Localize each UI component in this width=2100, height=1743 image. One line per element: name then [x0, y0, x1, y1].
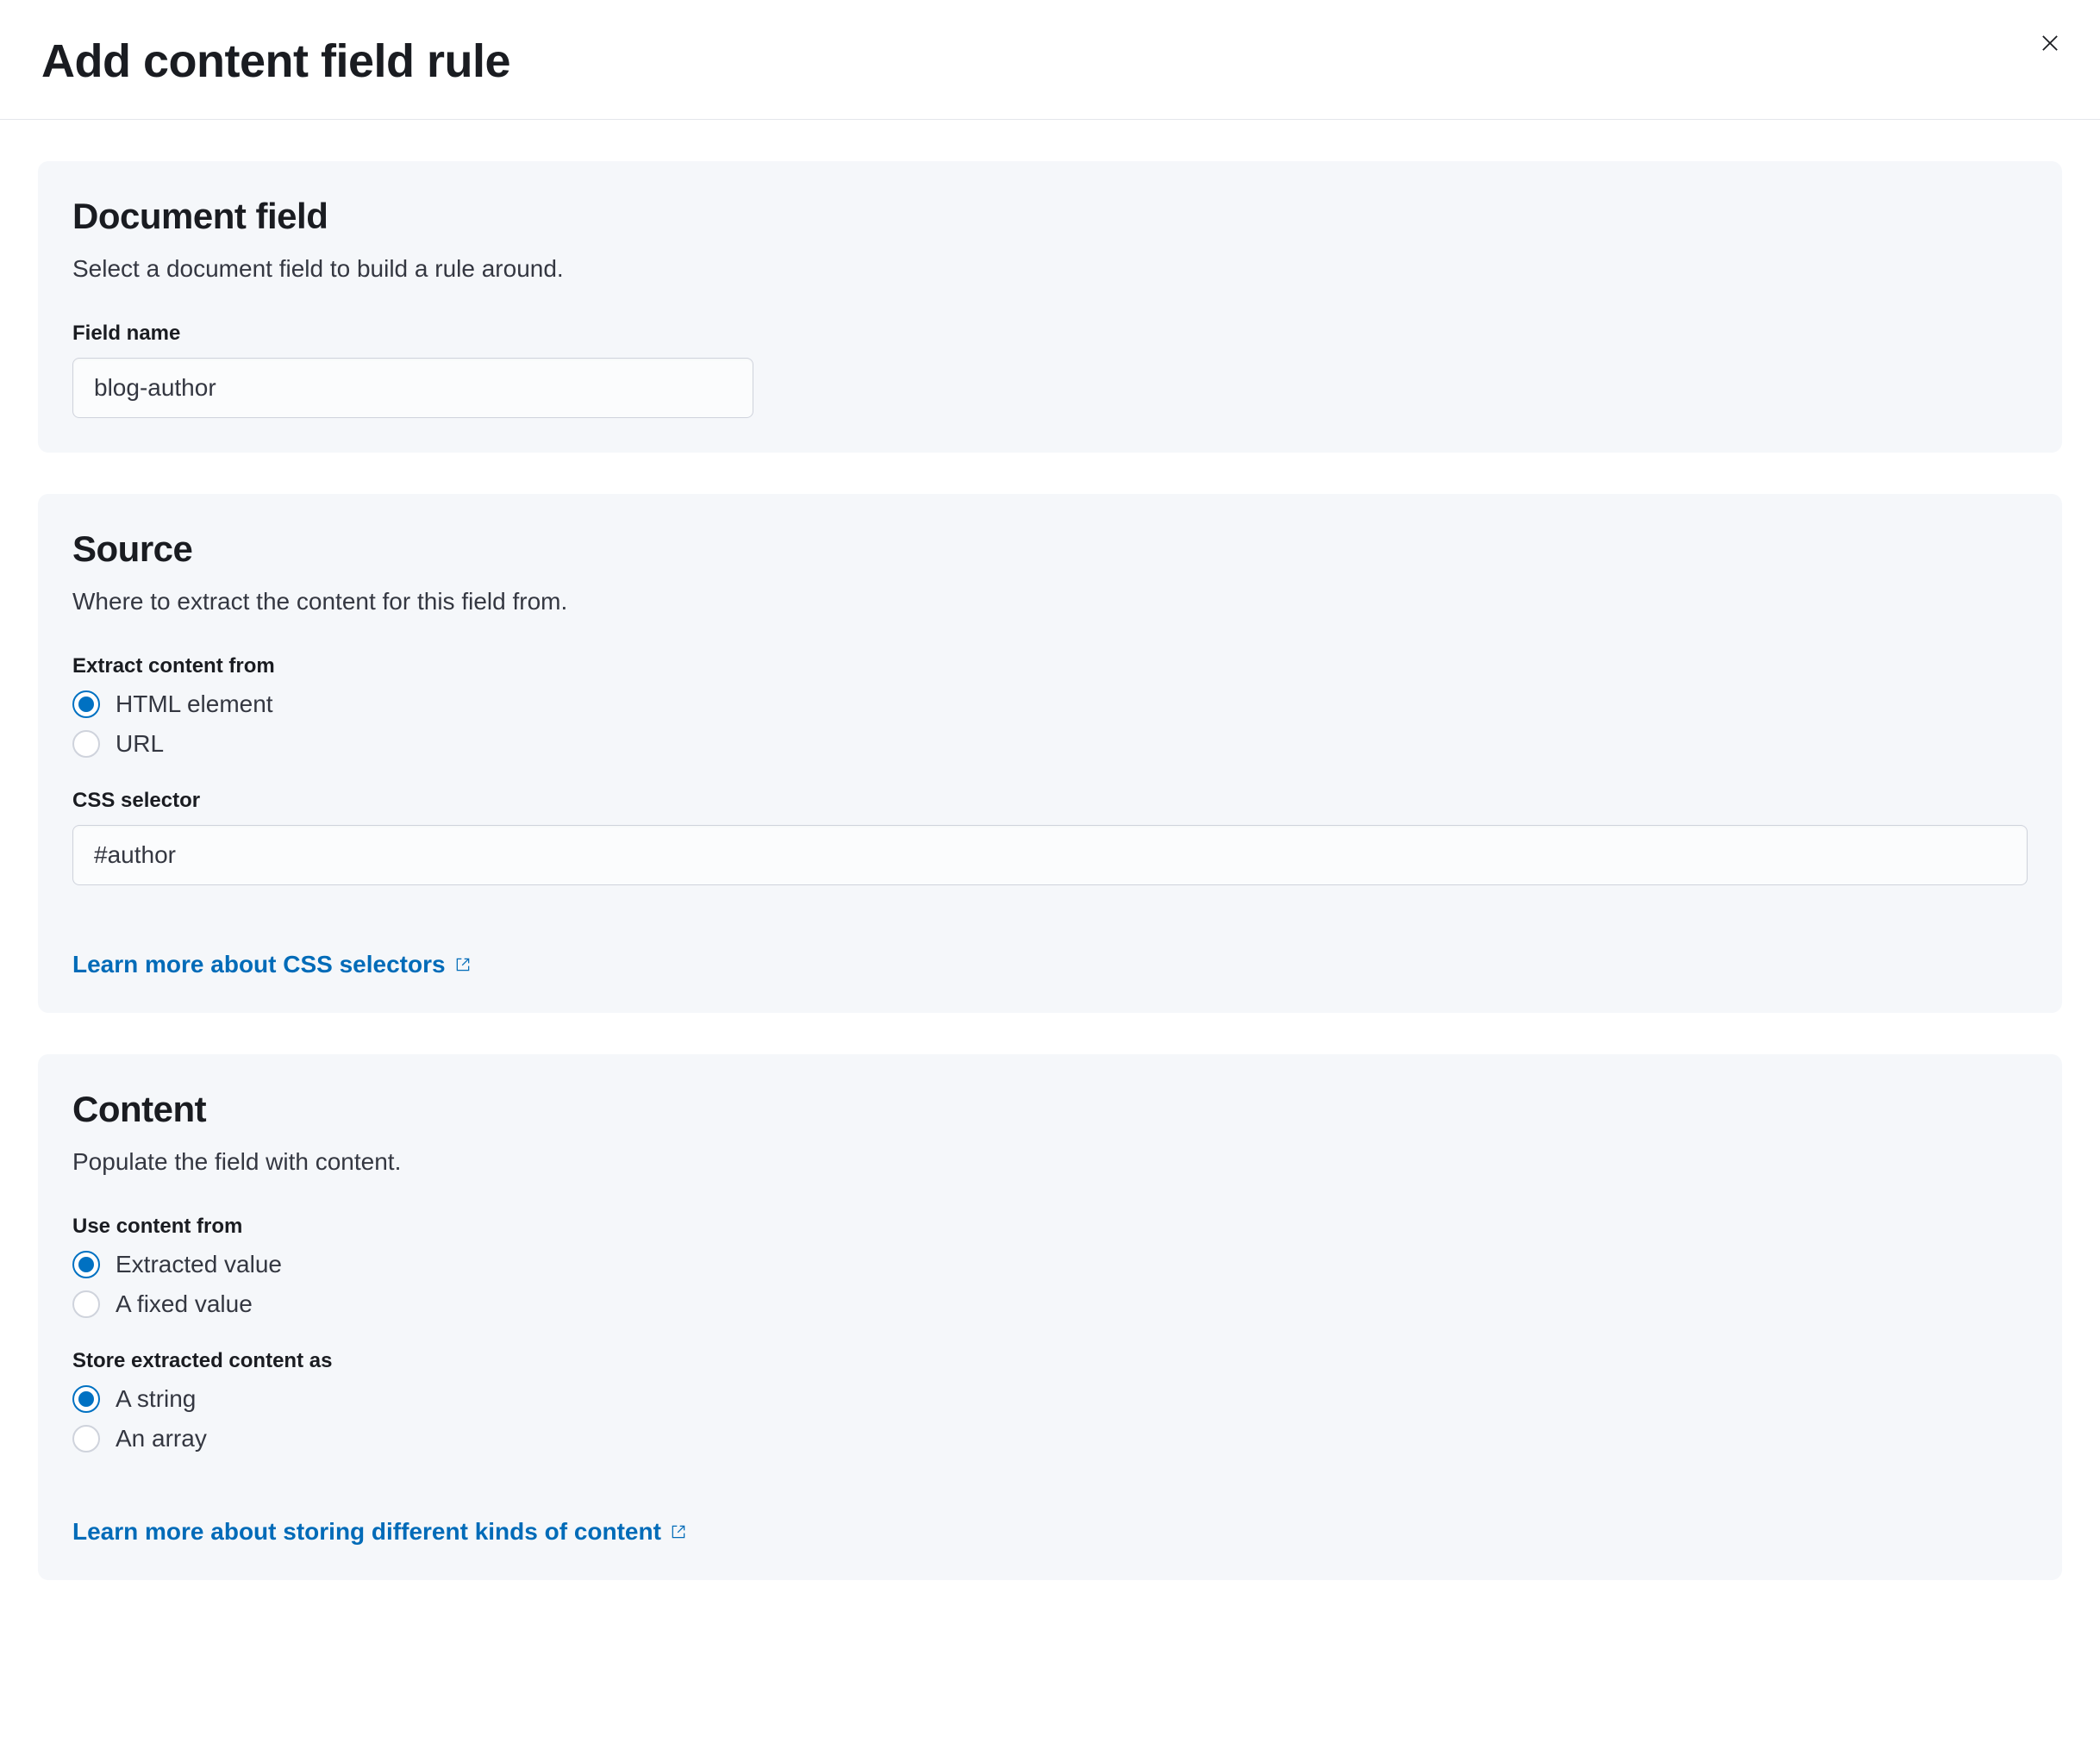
panel-title-source: Source	[72, 528, 2028, 570]
radio-label-fixed: A fixed value	[116, 1290, 253, 1318]
radio-string[interactable]: A string	[72, 1385, 2028, 1413]
radio-indicator	[72, 1251, 100, 1278]
radio-array[interactable]: An array	[72, 1425, 2028, 1452]
close-button[interactable]	[2034, 28, 2066, 61]
radio-label-html: HTML element	[116, 690, 273, 718]
learn-more-css-text: Learn more about CSS selectors	[72, 951, 446, 978]
use-content-from-label: Use content from	[72, 1215, 2028, 1239]
page-header: Add content field rule	[0, 0, 2100, 120]
store-as-group: Store extracted content as A string An a…	[72, 1349, 2028, 1452]
panel-source: Source Where to extract the content for …	[38, 494, 2062, 1013]
panel-title-content: Content	[72, 1089, 2028, 1130]
radio-label-extracted: Extracted value	[116, 1251, 282, 1278]
radio-indicator	[72, 1290, 100, 1318]
panel-description-source: Where to extract the content for this fi…	[72, 584, 2028, 620]
learn-more-storing-text: Learn more about storing different kinds…	[72, 1518, 661, 1546]
radio-fixed-value[interactable]: A fixed value	[72, 1290, 2028, 1318]
radio-label-url: URL	[116, 730, 164, 758]
learn-more-row: Learn more about CSS selectors	[72, 951, 472, 978]
learn-more-row: Learn more about storing different kinds…	[72, 1518, 687, 1546]
panel-document-field: Document field Select a document field t…	[38, 161, 2062, 453]
radio-indicator	[72, 730, 100, 758]
field-name-input[interactable]	[72, 358, 753, 418]
panel-title-document-field: Document field	[72, 196, 2028, 237]
use-content-from-group: Use content from Extracted value A fixed…	[72, 1215, 2028, 1318]
panel-description-document-field: Select a document field to build a rule …	[72, 251, 2028, 287]
css-selector-group: CSS selector	[72, 789, 2028, 885]
store-as-label: Store extracted content as	[72, 1349, 2028, 1373]
page-title: Add content field rule	[41, 34, 510, 88]
panel-content: Content Populate the field with content.…	[38, 1054, 2062, 1580]
field-name-label: Field name	[72, 322, 2028, 346]
radio-label-string: A string	[116, 1385, 196, 1413]
radio-html-element[interactable]: HTML element	[72, 690, 2028, 718]
external-link-icon	[670, 1523, 687, 1540]
css-selector-label: CSS selector	[72, 789, 2028, 813]
close-icon	[2038, 31, 2062, 55]
extract-from-group: Extract content from HTML element URL	[72, 654, 2028, 758]
panel-description-content: Populate the field with content.	[72, 1144, 2028, 1180]
learn-more-storing-link[interactable]: Learn more about storing different kinds…	[72, 1518, 687, 1546]
content-area: Document field Select a document field t…	[0, 120, 2100, 1663]
css-selector-input[interactable]	[72, 825, 2028, 885]
radio-indicator	[72, 690, 100, 718]
radio-indicator	[72, 1425, 100, 1452]
learn-more-css-link[interactable]: Learn more about CSS selectors	[72, 951, 472, 978]
external-link-icon	[454, 956, 472, 973]
radio-extracted-value[interactable]: Extracted value	[72, 1251, 2028, 1278]
radio-url[interactable]: URL	[72, 730, 2028, 758]
radio-label-array: An array	[116, 1425, 207, 1452]
radio-indicator	[72, 1385, 100, 1413]
extract-from-label: Extract content from	[72, 654, 2028, 678]
